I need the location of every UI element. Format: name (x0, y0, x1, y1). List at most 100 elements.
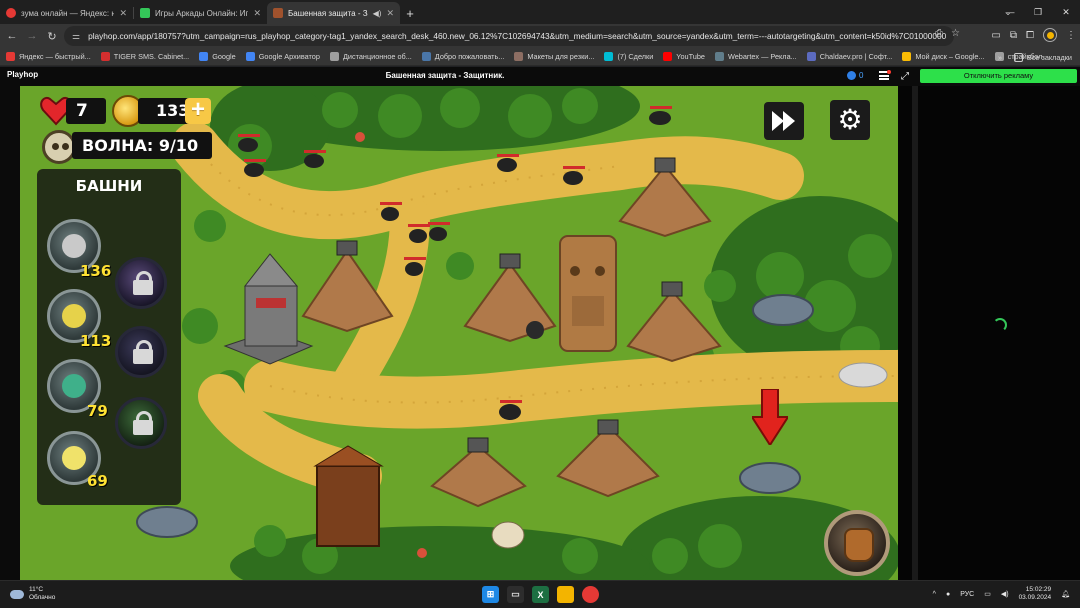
tab-tower-defense[interactable]: Башенная защита - Защит ◀) ✕ (267, 2, 400, 24)
locked-tower-slot[interactable] (115, 257, 167, 309)
new-tab-button[interactable]: + (400, 2, 420, 24)
folder-icon[interactable] (557, 586, 574, 603)
tab-close-icon[interactable]: ✕ (253, 8, 261, 19)
bookmark-favicon-icon (714, 52, 724, 61)
bookmark-item[interactable]: (7) Сделки (604, 52, 653, 61)
extensions-icon[interactable]: ⧠ (1026, 30, 1034, 41)
bookmark-item[interactable]: YouTube (663, 52, 705, 61)
bookmark-item[interactable]: Webartex — Рекла... (714, 52, 797, 61)
locked-tower-slot[interactable] (115, 397, 167, 449)
bookmark-favicon-icon (806, 52, 816, 61)
bookmark-item[interactable]: Google (199, 52, 236, 61)
speaker-icon[interactable]: ◀) (373, 9, 382, 18)
fast-forward-button[interactable] (764, 102, 804, 140)
towers-title: БАШНИ (75, 177, 143, 195)
tray-chevron-icon[interactable]: ^ (933, 591, 936, 598)
add-gold-button[interactable]: + (185, 98, 211, 124)
close-window-icon[interactable]: ✕ (1052, 0, 1080, 24)
microphone-icon[interactable]: ● (946, 591, 950, 598)
game-canvas[interactable]: 7 133 + ВОЛНА: 9/10 БАШНИ 136 113 79 69 … (20, 86, 898, 580)
bookmark-item[interactable]: Дистанционное об... (329, 52, 412, 61)
notifications-bell-icon[interactable]: 🔔︎ (1061, 590, 1070, 598)
towers-panel: БАШНИ 136 113 79 69 (37, 169, 181, 505)
idol-statue (559, 235, 617, 352)
emerald-icon (62, 374, 86, 398)
all-bookmarks-button[interactable]: Все закладки (1013, 52, 1072, 62)
playhop-header: Playhop Башенная защита - Защитник. 0 ⤢ … (0, 67, 1080, 86)
loading-spinner-icon (993, 318, 1007, 332)
forward-icon[interactable]: → (24, 28, 40, 44)
tab-arcade-games[interactable]: Игры Аркады Онлайн: Играй ✕ (134, 2, 267, 24)
menu-dots-icon[interactable]: ⋮ (1066, 30, 1076, 41)
address-bar[interactable]: ⚌ playhop.com/app/180757?utm_campaign=ru… (64, 26, 954, 46)
cast-icon[interactable]: ▭ (991, 30, 1000, 41)
build-spot[interactable] (739, 462, 801, 494)
bookmark-label: Макеты для резки... (527, 52, 595, 61)
playhop-menu-icon[interactable] (879, 70, 891, 80)
bookmark-item[interactable]: Добро пожаловать... (421, 52, 505, 61)
bookmark-favicon-icon (421, 52, 431, 61)
bookmark-item[interactable]: Chaldaev.pro | Софт... (806, 52, 893, 61)
tab-close-icon[interactable]: ✕ (386, 8, 394, 19)
bookmark-label: TIGER SMS. Cabinet... (113, 52, 190, 61)
bookmark-label: YouTube (676, 52, 705, 61)
tab-close-icon[interactable]: ✕ (119, 8, 127, 19)
lock-icon (133, 271, 153, 295)
toolbar-right: ▭ ⧉ ⧠ ⋮ (991, 28, 1076, 42)
input-language[interactable]: РУС (960, 591, 974, 598)
bookmark-favicon-icon (604, 52, 614, 61)
disable-ads-button[interactable]: Отключить рекламу (920, 69, 1077, 83)
bookmark-item[interactable]: TIGER SMS. Cabinet... (100, 52, 190, 61)
omnibox-actions: ⎙ ☆ (935, 28, 960, 39)
system-tray: ^ ● РУС ▭ ◀) 15:02:29 03.09.2024 🔔︎ (933, 586, 1070, 602)
bookmark-favicon-icon (902, 52, 912, 61)
bookmark-label: Добро пожаловать... (434, 52, 505, 61)
maximize-icon[interactable]: ❐ (1024, 0, 1052, 24)
clock[interactable]: 15:02:29 03.09.2024 (1019, 586, 1052, 602)
clock-time: 15:02:29 (1025, 586, 1052, 593)
bookmark-favicon-icon (514, 52, 524, 61)
cannon-icon (62, 234, 86, 258)
chrome-icon[interactable] (582, 586, 599, 603)
bookmark-item[interactable]: Google Архиватор (245, 52, 320, 61)
tab-groups-icon[interactable]: ⧉ (1010, 30, 1017, 41)
bookmark-item[interactable]: Мой диск – Google... (902, 52, 985, 61)
weather-widget[interactable]: 11°C Облачно (10, 586, 55, 602)
settings-gear-icon[interactable]: ⚙ (830, 100, 870, 140)
bookmarks-more-button[interactable]: » (998, 53, 1002, 62)
weather-condition: Облачно (29, 594, 56, 601)
all-bookmarks-label: Все закладки (1026, 52, 1072, 62)
back-icon[interactable]: ← (4, 28, 20, 44)
bookmark-item[interactable]: Яндекс — быстрый... (6, 52, 91, 61)
locked-tower-slot[interactable] (115, 326, 167, 378)
reload-icon[interactable]: ↻ (44, 28, 60, 44)
build-spot[interactable] (752, 294, 814, 326)
exit-marker (838, 362, 888, 388)
wooden-watchtower[interactable] (313, 445, 384, 547)
tab-label: Башенная защита - Защит (288, 8, 368, 18)
staff-icon (62, 446, 86, 470)
windows-start-icon[interactable]: ⊞ (482, 586, 499, 603)
network-icon[interactable]: ▭ (984, 590, 991, 598)
bookmark-label: Chaldaev.pro | Софт... (819, 52, 893, 61)
tower-cost: 113 (80, 332, 112, 350)
sidebar-divider (912, 86, 918, 580)
bookmark-label: Мой диск – Google... (915, 52, 985, 61)
bookmark-item[interactable]: Макеты для резки... (514, 52, 594, 61)
bookmark-star-icon[interactable]: ☆ (951, 28, 960, 39)
profile-avatar[interactable] (1043, 28, 1057, 42)
playhop-coins[interactable]: 0 (847, 71, 863, 80)
fullscreen-icon[interactable]: ⤢ (901, 71, 909, 82)
backpack-inventory-button[interactable] (824, 510, 890, 576)
file-explorer-icon[interactable]: ▭ (507, 586, 524, 603)
bookmark-favicon-icon (663, 52, 673, 61)
tab-yandex-search[interactable]: зума онлайн — Яндекс: нашл ✕ (0, 2, 133, 24)
tower-cost: 79 (87, 402, 108, 420)
build-spot[interactable] (136, 506, 198, 538)
excel-icon[interactable]: X (532, 586, 549, 603)
minimize-icon[interactable]: — (996, 0, 1024, 24)
site-info-icon[interactable]: ⚌ (72, 31, 80, 42)
volume-icon[interactable]: ◀) (1001, 590, 1009, 598)
install-app-icon[interactable]: ⎙ (935, 28, 943, 39)
bookmarks-bar: Яндекс — быстрый... TIGER SMS. Cabinet...… (0, 48, 1080, 66)
